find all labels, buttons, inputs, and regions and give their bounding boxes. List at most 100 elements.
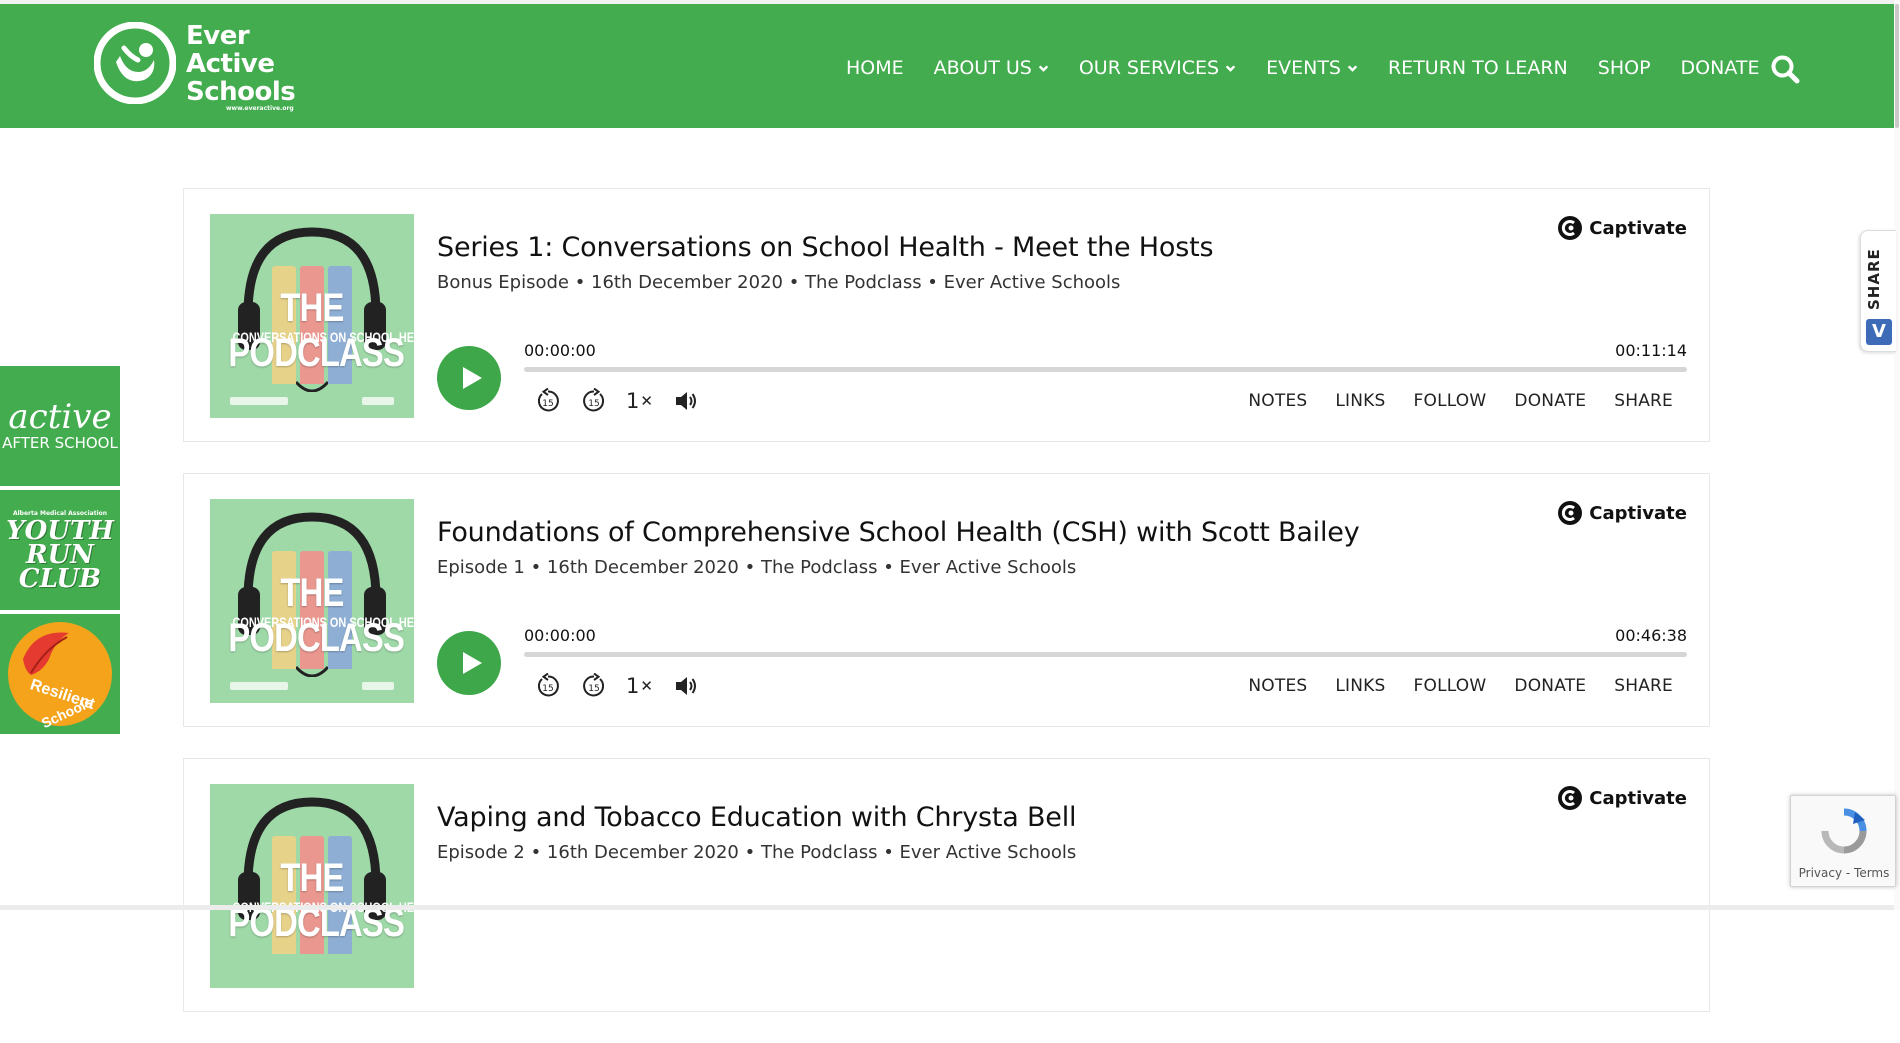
- captivate-label: Captivate: [1589, 502, 1687, 524]
- player-controls: 15 15 1 ✕: [534, 672, 718, 700]
- tile-run-label: RUN: [25, 539, 95, 570]
- chevron-down-icon: [1347, 64, 1358, 72]
- forward-15-icon: 15: [583, 388, 605, 412]
- episode-meta: Episode 1 • 16th December 2020 • The Pod…: [437, 557, 1077, 578]
- rewind-15-button[interactable]: 15: [534, 672, 562, 700]
- episode-card: THE PODCLASS CONVERSATIONS ON SCHOOL HEA…: [183, 188, 1710, 442]
- svg-text:15: 15: [542, 399, 553, 409]
- side-tiles: active AFTER SCHOOL Alberta Medical Asso…: [0, 366, 120, 738]
- page-scrollbar[interactable]: [1894, 0, 1900, 910]
- donate-button[interactable]: DONATE: [1514, 391, 1586, 411]
- recaptcha-terms-link[interactable]: Terms: [1854, 866, 1889, 880]
- captivate-badge[interactable]: Captivate: [1557, 785, 1687, 811]
- recaptcha-badge[interactable]: Privacy - Terms: [1790, 795, 1896, 887]
- captivate-logo-icon: [1558, 786, 1583, 810]
- links-button[interactable]: LINKS: [1335, 391, 1385, 411]
- logo-line-3: Schools: [186, 77, 296, 107]
- cover-footer-logos: [230, 677, 394, 695]
- speed-value: 1: [626, 389, 640, 413]
- forward-15-button[interactable]: 15: [580, 672, 608, 700]
- recaptcha-links: Privacy - Terms: [1791, 866, 1897, 880]
- captivate-label: Captivate: [1589, 787, 1687, 809]
- rewind-15-icon: 15: [537, 388, 559, 412]
- nav-return-to-learn[interactable]: RETURN TO LEARN: [1388, 57, 1568, 79]
- play-icon: [463, 367, 482, 389]
- play-icon: [463, 652, 482, 674]
- logo-line-1: Ever: [186, 21, 250, 51]
- episode-title[interactable]: Foundations of Comprehensive School Heal…: [437, 517, 1360, 548]
- follow-button[interactable]: FOLLOW: [1414, 391, 1487, 411]
- captivate-label: Captivate: [1589, 217, 1687, 239]
- rewind-15-icon: 15: [537, 673, 559, 697]
- episode-card: THE PODCLASS CONVERSATIONS ON SCHOOL HEA…: [183, 473, 1710, 727]
- captivate-badge[interactable]: Captivate: [1557, 500, 1687, 526]
- recaptcha-privacy-link[interactable]: Privacy: [1799, 866, 1842, 880]
- social-share-tab[interactable]: SHARE V: [1860, 230, 1896, 352]
- captivate-badge[interactable]: Captivate: [1557, 215, 1687, 241]
- share-tab-label: SHARE: [1865, 248, 1883, 310]
- current-time: 00:00:00: [524, 626, 596, 645]
- playback-speed-button[interactable]: 1 ✕: [626, 672, 654, 700]
- logo-wordmark: Ever Active Schools: [186, 21, 296, 107]
- current-time: 00:00:00: [524, 341, 596, 360]
- nav-about-us[interactable]: ABOUT US: [934, 57, 1049, 79]
- episode-title[interactable]: Vaping and Tobacco Education with Chryst…: [437, 802, 1077, 833]
- follow-button[interactable]: FOLLOW: [1414, 676, 1487, 696]
- episode-cover-art[interactable]: THE PODCLASS CONVERSATIONS ON SCHOOL HEA…: [210, 784, 414, 988]
- logo-mark-icon: [94, 22, 176, 104]
- nav-events[interactable]: EVENTS: [1266, 57, 1358, 79]
- notes-button[interactable]: NOTES: [1248, 391, 1307, 411]
- tile-after-school-label: AFTER SCHOOL: [2, 434, 118, 452]
- episode-actions: NOTES LINKS FOLLOW DONATE SHARE: [1220, 391, 1673, 411]
- links-button[interactable]: LINKS: [1335, 676, 1385, 696]
- episode-actions: NOTES LINKS FOLLOW DONATE SHARE: [1220, 676, 1673, 696]
- nav-home[interactable]: HOME: [846, 57, 904, 79]
- share-button[interactable]: SHARE: [1614, 391, 1673, 411]
- nav-label: DONATE: [1680, 57, 1760, 79]
- times-icon: ✕: [640, 677, 653, 695]
- recaptcha-icon: [1821, 808, 1867, 854]
- notes-button[interactable]: NOTES: [1248, 676, 1307, 696]
- episode-meta: Bonus Episode • 16th December 2020 • The…: [437, 272, 1121, 293]
- episode-list: THE PODCLASS CONVERSATIONS ON SCHOOL HEA…: [183, 188, 1710, 1043]
- tile-active-after-school[interactable]: active AFTER SCHOOL: [0, 366, 120, 486]
- nav-label: EVENTS: [1266, 57, 1341, 79]
- tile-active-label: active: [8, 397, 112, 437]
- episode-cover-art[interactable]: THE PODCLASS CONVERSATIONS ON SCHOOL HEA…: [210, 499, 414, 703]
- search-icon[interactable]: [1770, 54, 1800, 84]
- recaptcha-separator: -: [1842, 866, 1855, 880]
- tile-club-label: CLUB: [18, 563, 102, 594]
- nav-label: OUR SERVICES: [1078, 57, 1220, 79]
- nav-donate[interactable]: DONATE: [1681, 57, 1760, 79]
- chevron-down-icon: [1225, 64, 1236, 72]
- forward-15-button[interactable]: 15: [580, 387, 608, 415]
- tile-resilient-schools[interactable]: Resilient Schools: [0, 614, 120, 734]
- site-logo[interactable]: Ever Active Schools www.everactive.org: [94, 22, 304, 118]
- donate-button[interactable]: DONATE: [1514, 676, 1586, 696]
- episode-meta: Episode 2 • 16th December 2020 • The Pod…: [437, 842, 1077, 863]
- play-button[interactable]: [437, 631, 501, 695]
- volume-button[interactable]: [672, 672, 700, 700]
- progress-bar[interactable]: [524, 367, 1687, 372]
- share-button[interactable]: SHARE: [1614, 676, 1673, 696]
- volume-icon: [676, 677, 696, 695]
- captivate-logo-icon: [1558, 501, 1583, 525]
- volume-button[interactable]: [672, 387, 700, 415]
- svg-text:15: 15: [588, 399, 599, 409]
- tile-youth-run-club[interactable]: Alberta Medical Association YOUTH RUN CL…: [0, 490, 120, 610]
- progress-bar[interactable]: [524, 652, 1687, 657]
- chevron-down-icon: [1038, 64, 1049, 72]
- logo-url: www.everactive.org: [226, 105, 294, 112]
- episode-cover-art[interactable]: THE PODCLASS CONVERSATIONS ON SCHOOL HEA…: [210, 214, 414, 418]
- playback-speed-button[interactable]: 1 ✕: [626, 387, 654, 415]
- rewind-15-button[interactable]: 15: [534, 387, 562, 415]
- page-scrollbar-thumb[interactable]: [1895, 4, 1899, 128]
- duration: 00:46:38: [1615, 626, 1687, 645]
- nav-our-services[interactable]: OUR SERVICES: [1079, 57, 1236, 79]
- episode-title[interactable]: Series 1: Conversations on School Health…: [437, 232, 1214, 263]
- nav-label: RETURN TO LEARN: [1387, 57, 1568, 79]
- play-button[interactable]: [437, 346, 501, 410]
- nav-shop[interactable]: SHOP: [1598, 57, 1651, 79]
- resilient-schools-logo-icon: Resilient Schools: [8, 622, 112, 729]
- nav-label: SHOP: [1597, 57, 1651, 79]
